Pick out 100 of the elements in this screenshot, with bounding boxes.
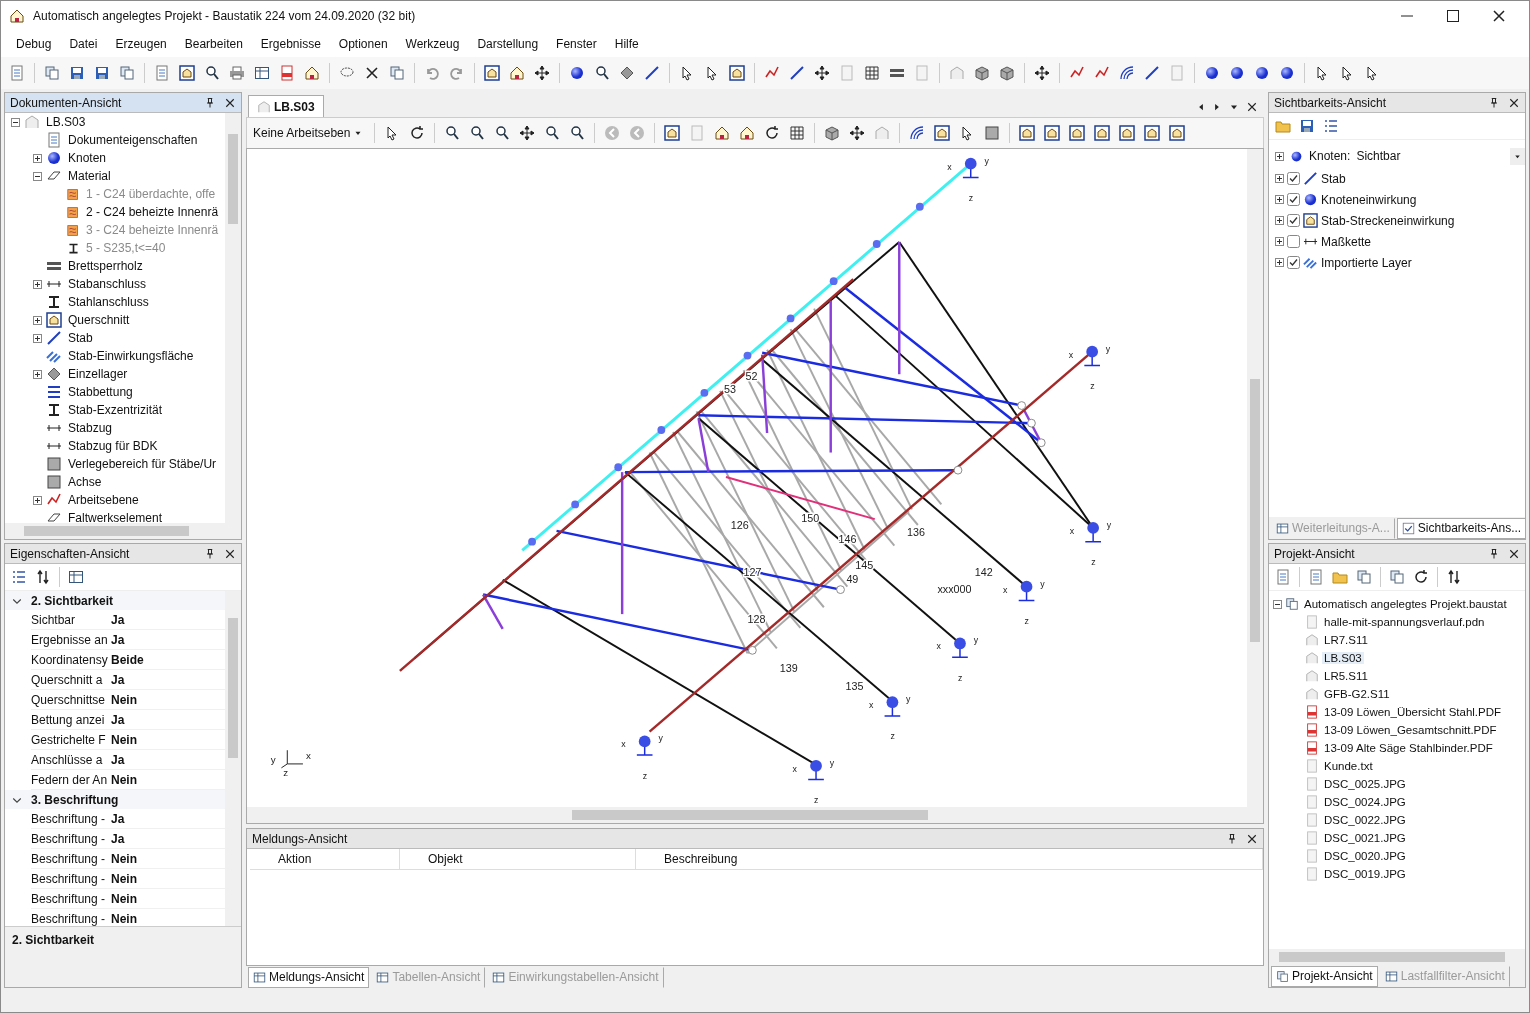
project-file[interactable]: LB.S03 xyxy=(1322,652,1364,664)
grid-icon[interactable] xyxy=(864,65,880,81)
move-icon[interactable] xyxy=(519,125,536,141)
save-icon[interactable] xyxy=(1299,118,1315,134)
tree-item[interactable]: Stabbettung xyxy=(66,385,135,399)
redo-icon[interactable] xyxy=(449,65,465,81)
rotate-icon[interactable] xyxy=(764,125,781,141)
menu-item[interactable]: Erzeugen xyxy=(106,34,176,54)
zoom-icon[interactable] xyxy=(544,125,561,141)
save-icon[interactable] xyxy=(94,65,110,81)
project-file[interactable]: Kunde.txt xyxy=(1322,760,1375,772)
zoom-icon[interactable] xyxy=(444,125,461,141)
property-value[interactable]: Ja xyxy=(109,672,225,687)
list-icon[interactable] xyxy=(1323,118,1339,134)
layer-item[interactable]: Knoteneinwirkung xyxy=(1321,192,1417,207)
sort-icon[interactable] xyxy=(35,569,51,585)
close-icon[interactable] xyxy=(1246,832,1258,845)
arc-icon[interactable] xyxy=(909,125,926,141)
project-file[interactable]: 13-09 Löwen_Übersicht Stahl.PDF xyxy=(1322,706,1504,718)
copy-icon[interactable] xyxy=(44,65,60,81)
house-icon[interactable] xyxy=(714,125,731,141)
tree-item[interactable]: 2 - C24 beheizte Innenrä xyxy=(84,205,221,219)
column-header[interactable]: Beschreibung xyxy=(636,849,1263,869)
tree-item[interactable]: Stab-Einwirkungsfläche xyxy=(66,349,196,363)
line-icon[interactable] xyxy=(789,65,805,81)
document-tab[interactable]: LB.S03 xyxy=(248,95,324,117)
vertical-scrollbar[interactable] xyxy=(225,591,241,926)
tree-item[interactable]: Einzellager xyxy=(66,367,130,381)
expand-icon[interactable] xyxy=(33,315,42,325)
printer-icon[interactable] xyxy=(229,65,245,81)
layer-item[interactable]: Stab-Streckeneinwirkung xyxy=(1321,213,1455,228)
project-file[interactable]: DSC_0021.JPG xyxy=(1322,832,1408,844)
close-icon[interactable] xyxy=(1508,96,1520,109)
sphere-icon[interactable] xyxy=(1204,65,1220,81)
menu-item[interactable]: Hilfe xyxy=(605,34,648,54)
panel-tab[interactable]: Projekt-Ansicht xyxy=(1271,965,1378,987)
panel-tab[interactable]: Meldungs-Ansicht xyxy=(248,966,370,988)
undo-icon[interactable] xyxy=(424,65,440,81)
horizontal-scrollbar[interactable] xyxy=(5,523,241,539)
checkbox[interactable] xyxy=(1287,235,1300,248)
expand-icon[interactable] xyxy=(1275,195,1284,204)
expand-icon[interactable] xyxy=(1275,174,1284,183)
pdf-file-icon[interactable] xyxy=(279,65,295,81)
frame-icon[interactable] xyxy=(1044,125,1061,141)
expand-icon[interactable] xyxy=(33,333,42,343)
frame-icon[interactable] xyxy=(934,125,951,141)
tree-item[interactable]: Stahlanschluss xyxy=(66,295,151,309)
frame-icon[interactable] xyxy=(664,125,681,141)
menu-item[interactable]: Debug xyxy=(7,34,61,54)
layer-item[interactable]: Stab xyxy=(1321,171,1346,186)
zoom-icon[interactable] xyxy=(204,65,220,81)
cube-icon[interactable] xyxy=(824,125,841,141)
grid-icon[interactable] xyxy=(789,125,806,141)
property-value[interactable]: Nein xyxy=(109,891,225,906)
tree-item[interactable]: Knoten xyxy=(66,151,109,165)
checkbox[interactable] xyxy=(1287,214,1300,227)
frame-icon[interactable] xyxy=(1069,125,1086,141)
table-icon[interactable] xyxy=(68,569,84,585)
frame-icon[interactable] xyxy=(729,65,745,81)
pin-icon[interactable] xyxy=(1488,96,1500,109)
sphere-icon[interactable] xyxy=(569,65,585,81)
close-icon[interactable] xyxy=(1491,8,1507,24)
house-icon[interactable] xyxy=(509,65,525,81)
property-value[interactable]: Nein xyxy=(109,772,225,787)
property-value[interactable]: Nein xyxy=(109,851,225,866)
project-file[interactable]: DSC_0025.JPG xyxy=(1322,778,1408,790)
frame-icon[interactable] xyxy=(484,65,500,81)
tree-item[interactable]: Stabzug xyxy=(66,421,115,435)
sphere-icon[interactable] xyxy=(1229,65,1245,81)
frame-icon[interactable] xyxy=(179,65,195,81)
collapse-icon[interactable] xyxy=(11,117,20,127)
copy-icon[interactable] xyxy=(389,65,405,81)
layer-item[interactable]: Maßkette xyxy=(1321,234,1371,249)
move-icon[interactable] xyxy=(849,125,866,141)
house-icon[interactable] xyxy=(739,125,756,141)
expand-icon[interactable] xyxy=(1275,151,1284,161)
expand-icon[interactable] xyxy=(1275,237,1284,246)
project-file[interactable]: 13-09 Löwen_Gesamtschnitt.PDF xyxy=(1322,724,1499,736)
copy-icon[interactable] xyxy=(1389,569,1405,585)
project-file[interactable]: DSC_0019.JPG xyxy=(1322,868,1408,880)
tree-item[interactable]: Querschnitt xyxy=(66,313,132,327)
move-icon[interactable] xyxy=(534,65,550,81)
line-icon[interactable] xyxy=(1144,65,1160,81)
checkbox[interactable] xyxy=(1287,172,1300,185)
line-icon[interactable] xyxy=(644,65,660,81)
project-file[interactable]: LR5.S11 xyxy=(1322,670,1370,682)
expand-icon[interactable] xyxy=(1275,216,1284,225)
collapse-icon[interactable] xyxy=(1273,599,1282,609)
property-value[interactable]: Ja xyxy=(109,712,225,727)
project-item[interactable]: Automatisch angelegtes Projekt.baustat xyxy=(1302,598,1509,610)
frame-icon[interactable] xyxy=(1019,125,1036,141)
tree-item[interactable]: Stab-Exzentrizität xyxy=(66,403,165,417)
tree-item[interactable]: Stab xyxy=(66,331,95,345)
rotate-icon[interactable] xyxy=(409,125,426,141)
property-value[interactable]: Ja xyxy=(109,752,225,767)
menu-item[interactable]: Ergebnisse xyxy=(251,34,330,54)
close-icon[interactable] xyxy=(1246,100,1258,113)
arc-icon[interactable] xyxy=(1119,65,1135,81)
property-value[interactable]: Nein xyxy=(109,871,225,886)
tree-item[interactable]: Faltwerkselement xyxy=(66,511,165,523)
